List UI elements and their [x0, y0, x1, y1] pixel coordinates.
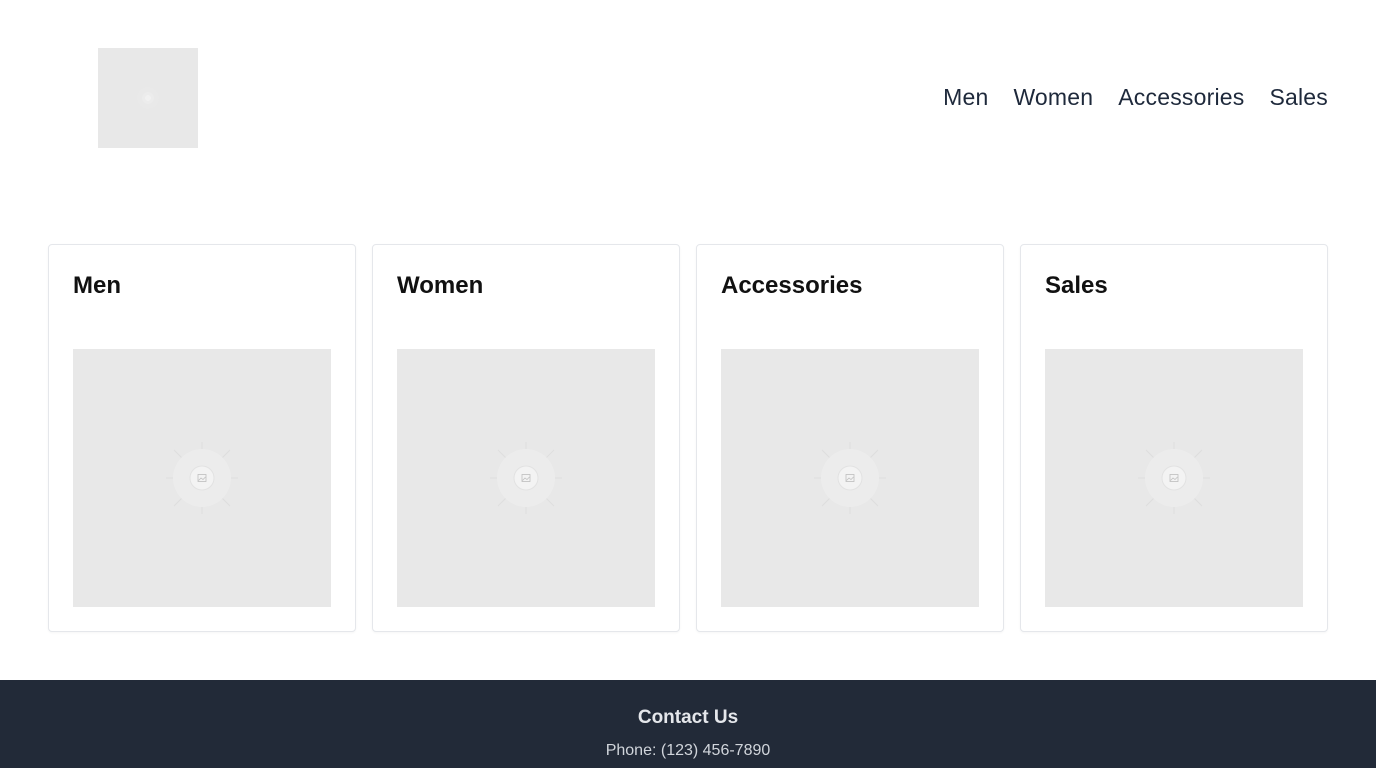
- site-footer: Contact Us Phone: (123) 456-7890: [0, 680, 1376, 768]
- category-card-women[interactable]: Women: [372, 244, 680, 632]
- main-nav: Men Women Accessories Sales: [943, 82, 1328, 112]
- footer-phone: Phone: (123) 456-7890: [605, 742, 771, 759]
- site-header: Men Women Accessories Sales: [0, 0, 1376, 196]
- card-image: [721, 349, 979, 607]
- card-image: [397, 349, 655, 607]
- logo[interactable]: [98, 48, 198, 148]
- card-title: Sales: [1045, 272, 1108, 299]
- card-title: Men: [73, 272, 121, 299]
- category-card-men[interactable]: Men: [48, 244, 356, 632]
- nav-link-sales[interactable]: Sales: [1269, 82, 1328, 112]
- card-image: [73, 349, 331, 607]
- category-card-accessories[interactable]: Accessories: [696, 244, 1004, 632]
- nav-link-accessories[interactable]: Accessories: [1118, 82, 1244, 112]
- image-placeholder-icon: [1134, 438, 1214, 518]
- category-cards: Men Women Accessories Sales: [48, 244, 1328, 632]
- nav-link-women[interactable]: Women: [1013, 82, 1093, 112]
- image-placeholder-icon: [162, 438, 242, 518]
- card-title: Women: [397, 272, 484, 299]
- image-placeholder-icon: [486, 438, 566, 518]
- category-card-sales[interactable]: Sales: [1020, 244, 1328, 632]
- image-placeholder-icon: [810, 438, 890, 518]
- image-placeholder-icon: [137, 87, 159, 109]
- nav-link-men[interactable]: Men: [943, 82, 988, 112]
- card-title: Accessories: [721, 272, 863, 299]
- footer-title: Contact Us: [637, 707, 739, 728]
- card-image: [1045, 349, 1303, 607]
